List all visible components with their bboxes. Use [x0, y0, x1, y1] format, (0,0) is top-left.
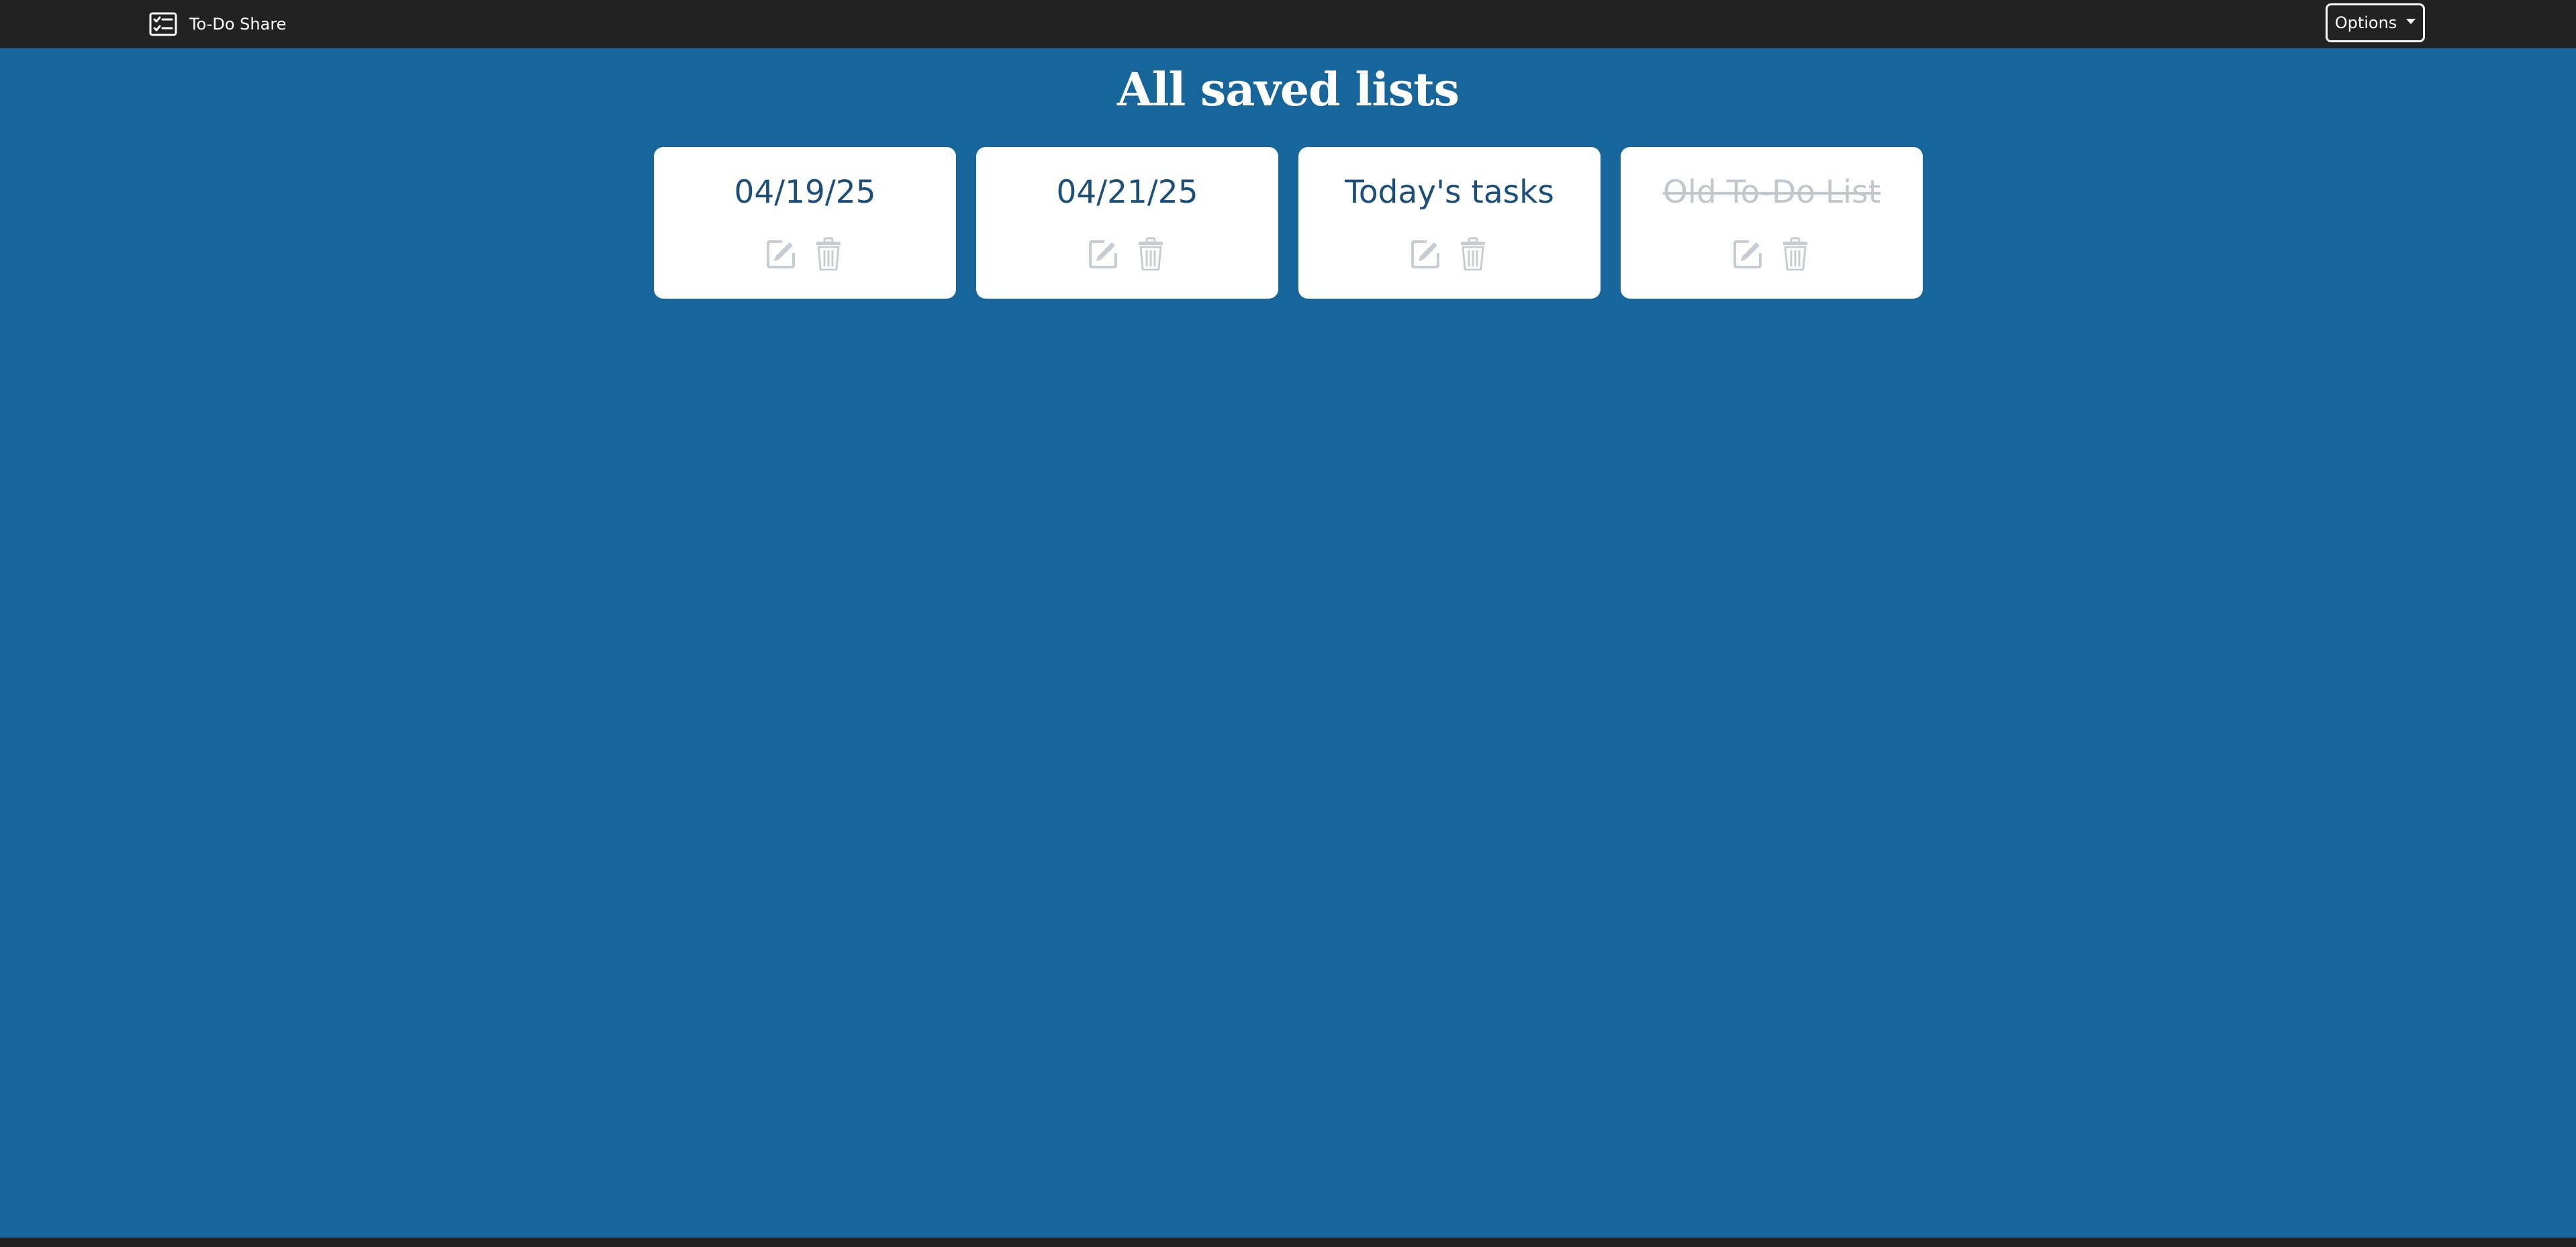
trash-icon[interactable]: [1780, 236, 1811, 271]
list-card[interactable]: 04/19/25: [654, 147, 956, 299]
caret-down-icon: [2406, 19, 2416, 24]
edit-icon[interactable]: [1411, 236, 1441, 271]
footer-bar: [0, 1238, 2576, 1247]
checklist-icon: [149, 12, 177, 36]
edit-icon[interactable]: [1088, 236, 1119, 271]
list-actions: [654, 236, 956, 271]
top-navbar: To-Do Share Options: [0, 0, 2576, 48]
page-title: All saved lists: [1116, 63, 1460, 117]
brand-link[interactable]: To-Do Share: [149, 11, 286, 37]
trash-icon[interactable]: [813, 236, 844, 271]
list-title-completed[interactable]: Old To-Do List: [1621, 172, 1923, 213]
brand-text: To-Do Share: [189, 15, 287, 34]
list-card[interactable]: Today's tasks: [1298, 147, 1601, 299]
list-actions: [976, 236, 1278, 271]
edit-icon[interactable]: [766, 236, 797, 271]
saved-lists-grid: 04/19/25 04/21/25 Today's tasks Old To-D…: [654, 147, 1923, 299]
trash-icon[interactable]: [1135, 236, 1166, 271]
list-card[interactable]: Old To-Do List: [1621, 147, 1923, 299]
list-actions: [1621, 236, 1923, 271]
edit-icon[interactable]: [1733, 236, 1764, 271]
list-card[interactable]: 04/21/25: [976, 147, 1278, 299]
list-actions: [1298, 236, 1601, 271]
list-title[interactable]: Today's tasks: [1298, 172, 1601, 213]
list-title[interactable]: 04/19/25: [654, 172, 956, 213]
list-title[interactable]: 04/21/25: [976, 172, 1278, 213]
options-label: Options: [2334, 13, 2397, 32]
trash-icon[interactable]: [1458, 236, 1488, 271]
options-dropdown-button[interactable]: Options: [2326, 3, 2425, 42]
